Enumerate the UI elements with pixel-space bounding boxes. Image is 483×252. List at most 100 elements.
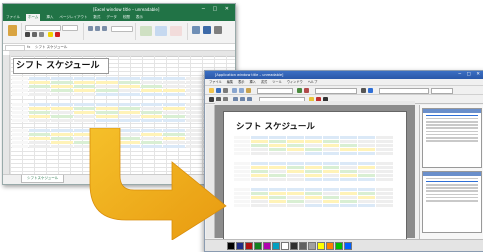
color-swatch[interactable] [335,242,343,250]
color-swatch[interactable] [263,242,271,250]
color-swatch[interactable] [254,242,262,250]
panel-list-item[interactable] [426,117,478,120]
schedule-block-3 [234,188,394,208]
style-select[interactable] [315,87,357,94]
app2-titlebar: [Application window title – unreadable] … [205,71,483,79]
menu-item[interactable]: ファイル [209,79,222,85]
menu-item[interactable]: ツール [272,79,282,85]
panel-list-item[interactable] [426,124,478,126]
ribbon-tab[interactable]: データ [106,14,117,21]
find-icon[interactable] [214,26,222,34]
color-swatch[interactable] [236,242,244,250]
ribbon-tab[interactable]: ページレイアウト [59,14,87,21]
ribbon-tab[interactable]: ファイル [6,14,20,21]
font-select[interactable] [379,87,429,94]
panel-list-item[interactable] [426,196,478,199]
text-icon[interactable] [361,87,366,93]
panel-list-item[interactable] [426,177,478,180]
panel-list-item[interactable] [426,136,478,139]
schedule-title[interactable]: シフト スケジュール [236,120,315,132]
fill-color-icon[interactable] [48,32,53,37]
font-size-select[interactable] [62,25,78,31]
save-icon[interactable] [216,87,221,93]
underline-icon[interactable] [39,32,44,37]
italic-icon[interactable] [32,32,37,37]
menu-item[interactable]: 書式 [261,79,267,85]
color-swatch[interactable] [344,242,352,250]
copy-icon[interactable] [239,87,244,93]
menu-item[interactable]: ヘルプ [308,79,318,85]
arrow-curved-icon [89,128,227,240]
number-format-select[interactable] [111,26,133,32]
color-palette [205,239,483,251]
sheet-tab[interactable]: シフトスケジュール [21,175,65,183]
font-color-icon[interactable] [55,32,60,37]
color-swatch[interactable] [272,242,280,250]
panel-list-item[interactable] [426,187,478,189]
line-icon[interactable] [368,87,373,93]
sum-icon[interactable] [203,26,211,34]
menu-item[interactable]: 編集 [227,79,233,85]
grid-icon[interactable] [297,87,302,93]
font-select[interactable] [25,25,61,31]
ribbon-tab[interactable]: 表示 [136,14,143,21]
conditional-format-icon[interactable] [140,26,152,36]
ribbon-tab[interactable]: 数式 [93,14,100,21]
bold-icon[interactable] [209,96,214,102]
zoom-select[interactable] [257,87,293,94]
paste-icon[interactable] [8,25,17,36]
color-swatch[interactable] [299,242,307,250]
color-swatch[interactable] [227,242,235,250]
cell-styles-icon[interactable] [170,26,182,36]
page-canvas[interactable]: シフト スケジュール [215,105,415,251]
format-table-icon[interactable] [155,26,167,36]
app2-window-title: [Application window title – unreadable] [215,73,284,77]
window-controls[interactable]: ─ □ ✕ [202,6,232,12]
cut-icon[interactable] [232,87,237,93]
color-swatch[interactable] [308,242,316,250]
align-left-icon[interactable] [88,26,93,31]
shape-icon[interactable] [304,87,309,93]
formula-input[interactable]: シフト スケジュール [35,45,67,50]
color-swatch[interactable] [290,242,298,250]
color-swatch[interactable] [281,242,289,250]
menu-item[interactable]: ウィンドウ [287,79,303,85]
panel-list-item[interactable] [426,180,478,183]
menu-item[interactable]: 挿入 [250,79,256,85]
paste-icon[interactable] [246,87,251,93]
color-swatch[interactable] [326,242,334,250]
panel-list-item[interactable] [426,140,478,142]
ribbon-tab[interactable]: 校閲 [123,14,130,21]
properties-panel[interactable] [422,171,482,233]
window-controls[interactable]: ─ □ ✕ [458,72,482,77]
panel-list-item[interactable] [426,199,478,202]
panel-list-item[interactable] [426,114,478,117]
panel-list-item[interactable] [426,120,478,123]
layout-page[interactable]: シフト スケジュール [223,111,407,251]
panel-list-item[interactable] [426,183,478,186]
app2-toolbar-1 [205,86,483,95]
panel-list-item[interactable] [426,127,478,129]
pages-panel[interactable] [422,108,482,168]
align-right-icon[interactable] [102,26,107,31]
bold-icon[interactable] [25,32,30,37]
panel-list-item[interactable] [426,130,478,133]
font-size-select[interactable] [431,87,453,94]
panel-list-item[interactable] [426,193,478,196]
editing-group [189,23,231,40]
insert-cells-icon[interactable] [192,26,200,34]
color-swatch[interactable] [317,242,325,250]
ribbon-tab[interactable]: 挿入 [46,14,53,21]
panel-list-item[interactable] [426,190,478,192]
schedule-block-1 [12,77,208,97]
panel-list-item[interactable] [426,133,478,136]
color-swatch[interactable] [245,242,253,250]
align-center-icon[interactable] [95,26,100,31]
menu-item[interactable]: 表示 [238,79,244,85]
fx-icon: fx [27,44,31,49]
print-icon[interactable] [223,87,228,93]
ribbon-tab-active[interactable]: ホーム [26,14,41,21]
open-icon[interactable] [209,87,214,93]
name-box[interactable] [5,45,25,51]
schedule-title[interactable]: シフト スケジュール [13,58,109,74]
